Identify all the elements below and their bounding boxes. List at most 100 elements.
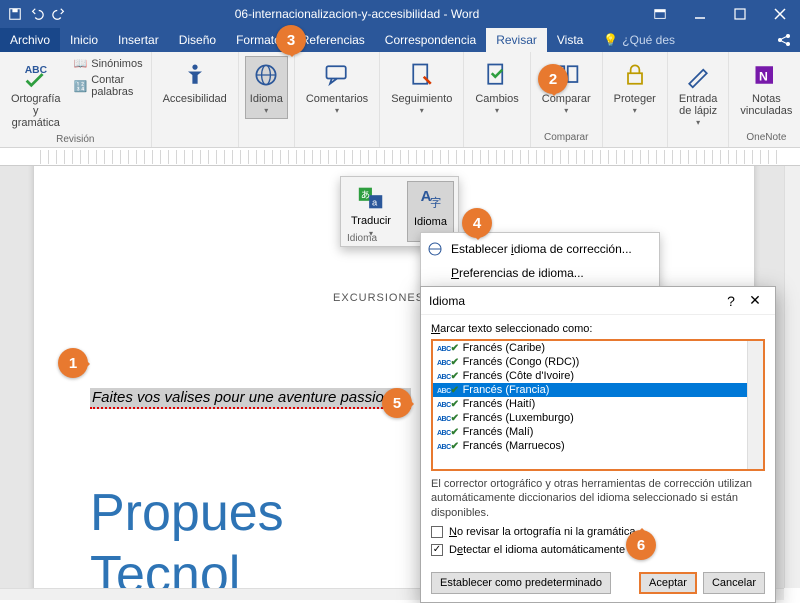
language-sub-label: Idioma xyxy=(414,216,447,228)
tracking-label: Seguimiento xyxy=(391,93,452,105)
svg-text:a: a xyxy=(372,198,378,208)
tab-home[interactable]: Inicio xyxy=(60,28,108,52)
language-list-item[interactable]: ABC✔ Francés (Malí) xyxy=(433,425,763,439)
wordcount-label: Contar palabras xyxy=(91,74,142,98)
set-proofing-icon xyxy=(427,241,443,257)
checkbox-no-proof[interactable]: No revisar la ortografía ni la gramática xyxy=(431,526,765,538)
tab-review[interactable]: Revisar xyxy=(486,28,547,52)
share-icon[interactable] xyxy=(776,32,792,48)
comments-label: Comentarios xyxy=(306,93,368,105)
vertical-scrollbar[interactable] xyxy=(784,166,800,588)
ink-button[interactable]: Entrada de lápiz ▾ xyxy=(674,56,723,131)
protect-button[interactable]: Proteger ▾ xyxy=(609,56,661,119)
save-icon[interactable] xyxy=(8,7,22,21)
tracking-icon xyxy=(406,59,438,91)
dialog-hint: El corrector ortográfico y otras herrami… xyxy=(431,477,765,520)
callout-2: 2 xyxy=(538,64,568,94)
listbox-scrollbar[interactable] xyxy=(747,341,763,469)
window-title: 06-internacionalizacion-y-accesibilidad … xyxy=(74,7,640,21)
redo-icon[interactable] xyxy=(52,7,66,21)
chevron-down-icon: ▾ xyxy=(495,107,499,116)
language-item-label: Francés (Marruecos) xyxy=(463,440,565,452)
svg-text:ABC: ABC xyxy=(25,65,48,76)
spellcheck-icon: ABC✔ xyxy=(437,371,459,382)
group-onenote-label: OneNote xyxy=(746,130,786,143)
spelling-icon: ABC xyxy=(20,59,52,91)
language-item-label: Francés (Congo (RDC)) xyxy=(463,356,580,368)
spelling-button[interactable]: ABC Ortografía y gramática xyxy=(6,56,66,132)
protect-icon xyxy=(619,59,651,91)
accessibility-button[interactable]: Accesibilidad xyxy=(158,56,232,108)
callout-6: 6 xyxy=(626,530,656,560)
thesaurus-button[interactable]: 📖Sinónimos xyxy=(72,56,145,71)
spellcheck-icon: ABC✔ xyxy=(437,385,459,396)
language-label: Idioma xyxy=(250,93,283,105)
language-dialog: Idioma ? ✕ Marcar texto seleccionado com… xyxy=(420,286,776,603)
language-list-item[interactable]: ABC✔Francés (Haití) xyxy=(433,397,763,411)
horizontal-ruler[interactable] xyxy=(0,148,800,166)
language-list-item[interactable]: ABC✔Francés (Francia) xyxy=(433,383,763,397)
language-listbox[interactable]: ABC✔ Francés (Caribe) ABC✔ Francés (Congo (… xyxy=(431,339,765,471)
callout-1: 1 xyxy=(58,348,88,378)
language-list-item[interactable]: ABC✔Francés (Luxemburgo) xyxy=(433,411,763,425)
spellcheck-icon: ABC✔ xyxy=(437,399,459,410)
cancel-button[interactable]: Cancelar xyxy=(703,572,765,594)
wordcount-button[interactable]: 🔢Contar palabras xyxy=(72,73,145,99)
ink-label: Entrada de lápiz xyxy=(679,93,718,117)
comments-icon xyxy=(321,59,353,91)
onenote-label: Notas vinculadas xyxy=(740,93,792,117)
undo-icon[interactable] xyxy=(30,7,44,21)
ribbon-tabs: Archivo Inicio Insertar Diseño Formato R… xyxy=(0,28,800,52)
dialog-close-icon[interactable]: ✕ xyxy=(743,292,767,309)
spellcheck-icon: ABC✔ xyxy=(437,427,459,438)
tab-view[interactable]: Vista xyxy=(547,28,593,52)
chevron-down-icon: ▾ xyxy=(264,107,268,116)
close-icon[interactable] xyxy=(760,0,800,28)
language-item-label: Francés (Caribe) xyxy=(463,342,546,354)
changes-label: Cambios xyxy=(475,93,518,105)
selected-text[interactable]: Faites vos valises pour une aventure pas… xyxy=(90,388,411,409)
language-item-label: Francés (Luxemburgo) xyxy=(463,412,574,424)
spellcheck-icon: ABC✔ xyxy=(437,343,459,354)
menu-set-proofing-language[interactable]: Establecer idioma de corrección... xyxy=(421,237,659,261)
callout-3: 3 xyxy=(276,25,306,55)
dialog-help-icon[interactable]: ? xyxy=(719,293,743,309)
callout-4: 4 xyxy=(462,208,492,238)
set-default-button[interactable]: Establecer como predeterminado xyxy=(431,572,611,594)
minimize-icon[interactable] xyxy=(680,0,720,28)
chevron-down-icon: ▾ xyxy=(564,107,568,116)
comments-button[interactable]: Comentarios ▾ xyxy=(301,56,373,119)
dialog-title: Idioma xyxy=(429,294,719,308)
group-compare-label: Comparar xyxy=(544,130,588,143)
checkbox-detect-label: Detectar el idioma automáticamente xyxy=(449,544,625,556)
language-list-item[interactable]: ABC✔ Francés (Caribe) xyxy=(433,341,763,355)
language-button[interactable]: Idioma ▾ xyxy=(245,56,288,119)
tab-mailings[interactable]: Correspondencia xyxy=(375,28,486,52)
changes-icon xyxy=(481,59,513,91)
dialog-label: Marcar texto seleccionado como: xyxy=(431,323,765,335)
chevron-down-icon: ▾ xyxy=(696,119,700,128)
menu-language-preferences[interactable]: Preferencias de idioma... xyxy=(421,261,659,285)
language-list-item[interactable]: ABC✔ Francés (Congo (RDC)) xyxy=(433,355,763,369)
ribbon-display-options-icon[interactable] xyxy=(640,0,680,28)
svg-text:N: N xyxy=(759,69,768,83)
accessibility-label: Accesibilidad xyxy=(163,93,227,105)
language-item-label: Francés (Malí) xyxy=(463,426,534,438)
tab-design[interactable]: Diseño xyxy=(169,28,226,52)
tab-insert[interactable]: Insertar xyxy=(108,28,169,52)
chevron-down-icon: ▾ xyxy=(633,107,637,116)
svg-text:字: 字 xyxy=(430,196,441,210)
spellcheck-icon: ABC✔ xyxy=(437,357,459,368)
svg-text:あ: あ xyxy=(361,190,370,200)
language-list-item[interactable]: ABC✔Francés (Marruecos) xyxy=(433,439,763,453)
tab-file[interactable]: Archivo xyxy=(0,28,60,52)
onenote-button[interactable]: N Notas vinculadas xyxy=(735,56,797,120)
protect-label: Proteger xyxy=(614,93,656,105)
language-list-item[interactable]: ABC✔Francés (Côte d'Ivoire) xyxy=(433,369,763,383)
changes-button[interactable]: Cambios ▾ xyxy=(470,56,523,119)
ok-button[interactable]: Aceptar xyxy=(639,572,697,594)
maximize-icon[interactable] xyxy=(720,0,760,28)
checkbox-detect-language[interactable]: ✓ Detectar el idioma automáticamente xyxy=(431,544,765,556)
tracking-button[interactable]: Seguimiento ▾ xyxy=(386,56,457,119)
tell-me[interactable]: 💡 ¿Qué des xyxy=(593,28,685,52)
